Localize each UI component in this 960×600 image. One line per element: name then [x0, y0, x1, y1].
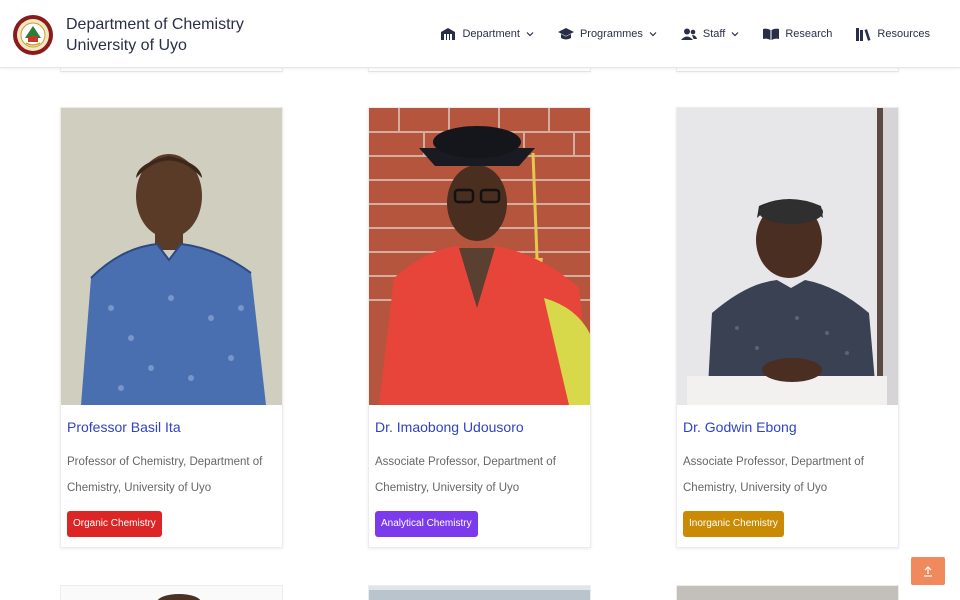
nav-programmes[interactable]: Programmes	[557, 27, 657, 41]
staff-name[interactable]: Professor Basil Ita	[67, 419, 181, 435]
chevron-down-icon	[731, 32, 739, 37]
staff-name[interactable]: Dr. Imaobong Udousoro	[375, 419, 524, 435]
staff-photo	[677, 586, 898, 600]
chevron-down-icon	[526, 32, 534, 37]
staff-photo	[369, 586, 590, 600]
next-staff-card[interactable]	[676, 585, 899, 600]
next-staff-card[interactable]	[368, 585, 591, 600]
site-header: Department of Chemistry University of Uy…	[0, 0, 960, 68]
staff-role: Associate Professor, Department of Chemi…	[683, 456, 864, 494]
staff-photo	[61, 108, 282, 405]
brand-title: Department of Chemistry	[66, 16, 244, 33]
next-staff-card[interactable]	[60, 585, 283, 600]
nav-staff-label: Staff	[702, 28, 726, 40]
graduation-cap-icon	[557, 27, 574, 39]
staff-card[interactable]: Dr. Godwin Ebong Associate Professor, De…	[676, 107, 899, 548]
chevron-down-icon	[649, 32, 657, 37]
staff-card[interactable]: Professor Basil Ita Professor of Chemist…	[60, 107, 283, 548]
staff-card[interactable]: Dr. Imaobong Udousoro Associate Professo…	[368, 107, 591, 548]
staff-name[interactable]: Dr. Godwin Ebong	[683, 419, 797, 435]
nav-research-label: Research	[785, 28, 833, 40]
staff-photo	[677, 108, 898, 405]
brand-subtitle: University of Uyo	[66, 37, 187, 54]
nav-research[interactable]: Research	[763, 28, 832, 40]
building-icon	[441, 28, 456, 40]
staff-role: Associate Professor, Department of Chemi…	[375, 456, 556, 494]
nav-programmes-label: Programmes	[579, 28, 643, 40]
staff-photo	[61, 586, 282, 600]
arrow-up-icon	[924, 565, 932, 577]
site-brand[interactable]: Department of Chemistry University of Uy…	[66, 14, 244, 56]
university-logo[interactable]	[12, 14, 54, 56]
staff-photo	[369, 108, 590, 405]
nav-staff[interactable]: Staff	[680, 28, 739, 40]
specialty-badge[interactable]: Organic Chemistry	[67, 511, 162, 537]
scroll-to-top-button[interactable]	[911, 557, 945, 585]
users-icon	[680, 28, 697, 40]
library-icon	[856, 28, 871, 41]
specialty-badge[interactable]: Analytical Chemistry	[375, 511, 478, 537]
main-nav: Department Programmes Staff Research Res…	[440, 24, 930, 44]
nav-resources-label: Resources	[877, 28, 930, 40]
book-open-icon	[763, 28, 780, 40]
staff-role: Professor of Chemistry, Department of Ch…	[67, 456, 263, 494]
nav-resources[interactable]: Resources	[856, 27, 930, 41]
nav-department-label: Department	[462, 28, 520, 40]
nav-department[interactable]: Department	[440, 27, 534, 41]
specialty-badge[interactable]: Inorganic Chemistry	[683, 511, 784, 537]
